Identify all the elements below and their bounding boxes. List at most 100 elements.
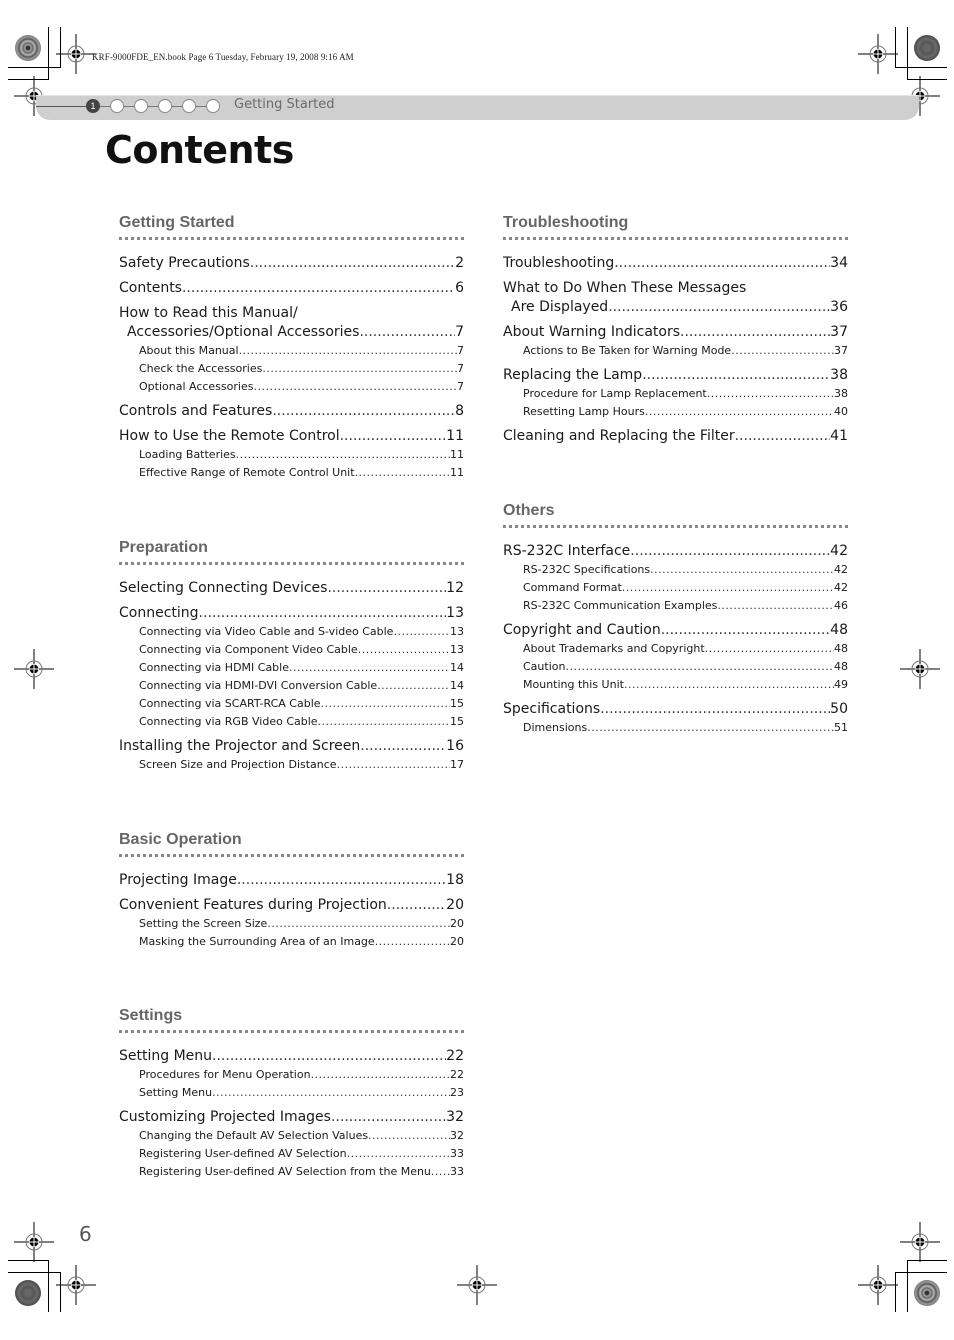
entry-page-number: 23 [450,1086,464,1099]
crop-mark [48,27,49,79]
registration-mark-icon [900,649,940,689]
entry-title: Cleaning and Replacing the Filter [503,428,735,444]
toc-subentry[interactable]: Connecting via HDMI Cable 14 [119,659,464,677]
toc-list: Safety Precautions 2 Contents 6 How to Read … [119,254,464,482]
dotted-divider [119,854,464,857]
toc-subentry[interactable]: Connecting via Video Cable and S-video C… [119,623,464,641]
toc-subentry[interactable]: Resetting Lamp Hours 40 [503,403,848,421]
toc-subentry[interactable]: Screen Size and Projection Distance 17 [119,756,464,774]
dot-leader [340,427,447,446]
toc-subentry[interactable]: Registering User-defined AV Selection 33 [119,1145,464,1163]
toc-subentry[interactable]: Caution 48 [503,658,848,676]
entry-title: Loading Batteries [139,448,236,461]
toc-subentry[interactable]: Command Format 42 [503,579,848,597]
toc-subentry[interactable]: Mounting this Unit 49 [503,676,848,694]
entry-page-number: 14 [450,679,464,692]
toc-subentry[interactable]: Masking the Surrounding Area of an Image… [119,933,464,951]
toc-subentry[interactable]: About Trademarks and Copyright 48 [503,640,848,658]
registration-mark-icon [14,649,54,689]
toc-subentry[interactable]: Registering User-defined AV Selection fr… [119,1163,464,1181]
toc-subentry[interactable]: Connecting via SCART-RCA Cable 15 [119,695,464,713]
toc-subentry[interactable]: Connecting via HDMI-DVI Conversion Cable… [119,677,464,695]
toc-subentry[interactable]: Procedure for Lamp Replacement 38 [503,385,848,403]
dot-leader [645,403,834,421]
toc-section-preparation: Preparation Selecting Connecting Devices 1… [119,538,464,774]
step-connector [124,105,134,107]
dot-leader [347,1145,450,1163]
toc-entry[interactable]: How to Use the Remote Control 11 [119,427,464,446]
toc-entry[interactable]: Projecting Image 18 [119,871,464,890]
toc-entry[interactable]: Accessories/Optional Accessories 7 [119,323,464,342]
toc-subentry[interactable]: Connecting via Component Video Cable 13 [119,641,464,659]
toc-entry[interactable]: Connecting 13 [119,604,464,623]
entry-title: Convenient Features during Projection [119,897,387,913]
dot-leader [289,659,450,677]
entry-title: Projecting Image [119,872,237,888]
entry-page-number: 32 [450,1129,464,1142]
entry-page-number: 49 [834,678,848,691]
entry-title: RS-232C Specifications [523,563,651,576]
entry-page-number: 42 [834,581,848,594]
entry-title: Are Displayed [511,299,609,315]
toc-subentry[interactable]: RS-232C Specifications 42 [503,561,848,579]
toc-entry[interactable]: RS-232C Interface 42 [503,542,848,561]
entry-page-number: 38 [830,367,848,383]
toc-entry[interactable]: Specifications 50 [503,700,848,719]
toc-entry[interactable]: Selecting Connecting Devices 12 [119,579,464,598]
registration-mark-icon [858,34,898,74]
toc-subentry[interactable]: Connecting via RGB Video Cable 15 [119,713,464,731]
toc-entry[interactable]: Convenient Features during Projection 20 [119,896,464,915]
toc-entry-first-line[interactable]: How to Read this Manual/ [119,304,464,323]
entry-page-number: 7 [455,324,464,340]
toc-subentry[interactable]: Optional Accessories 7 [119,378,464,396]
toc-entry[interactable]: Setting Menu 22 [119,1047,464,1066]
entry-title: Contents [119,280,182,296]
toc-entry[interactable]: Cleaning and Replacing the Filter 41 [503,427,848,446]
toc-entry[interactable]: Copyright and Caution 48 [503,621,848,640]
registration-mark-icon [56,1265,96,1305]
toc-entry[interactable]: Installing the Projector and Screen 16 [119,737,464,756]
toc-entry[interactable]: Contents 6 [119,279,464,298]
dot-leader [250,254,455,273]
entry-page-number: 36 [830,299,848,315]
toc-subentry[interactable]: Dimensions 51 [503,719,848,737]
toc-subentry[interactable]: RS-232C Communication Examples 46 [503,597,848,615]
toc-subentry[interactable]: Setting the Screen Size 20 [119,915,464,933]
toc-subentry[interactable]: About this Manual 7 [119,342,464,360]
toc-subentry[interactable]: Effective Range of Remote Control Unit 11 [119,464,464,482]
toc-subentry[interactable]: Check the Accessories 7 [119,360,464,378]
entry-title: Safety Precautions [119,255,250,271]
toc-entry[interactable]: Are Displayed 36 [503,298,848,317]
toc-entry[interactable]: Controls and Features 8 [119,402,464,421]
entry-title: Resetting Lamp Hours [523,405,645,418]
toc-subentry[interactable]: Procedures for Menu Operation 22 [119,1066,464,1084]
section-heading: Others [503,502,555,519]
entry-title: About Trademarks and Copyright [523,642,705,655]
entry-title: Connecting via Component Video Cable [139,643,358,656]
entry-title: Registering User-defined AV Selection fr… [139,1165,431,1178]
entry-title: About Warning Indicators [503,324,681,340]
color-bar-disc-icon [15,1280,41,1306]
toc-entry-first-line[interactable]: What to Do When These Messages [503,279,848,298]
toc-subentry[interactable]: Loading Batteries 11 [119,446,464,464]
dot-leader [622,579,834,597]
chapter-step-active: 1 [86,99,100,113]
toc-entry[interactable]: Customizing Projected Images 32 [119,1108,464,1127]
registration-mark-icon [56,34,96,74]
entry-title: RS-232C Communication Examples [523,599,718,612]
toc-subentry[interactable]: Changing the Default AV Selection Values… [119,1127,464,1145]
entry-title: Effective Range of Remote Control Unit [139,466,355,479]
entry-page-number: 33 [450,1147,464,1160]
toc-entry[interactable]: Troubleshooting 34 [503,254,848,273]
dot-leader [368,1127,450,1145]
toc-subentry[interactable]: Actions to Be Taken for Warning Mode 37 [503,342,848,360]
toc-section-settings: SettingsSetting Menu 22Procedures for Me… [119,1006,464,1181]
toc-entry[interactable]: Replacing the Lamp 38 [503,366,848,385]
dot-leader [267,915,450,933]
toc-entry[interactable]: Safety Precautions 2 [119,254,464,273]
header-rule [36,106,86,107]
entry-page-number: 2 [455,255,464,271]
toc-entry[interactable]: About Warning Indicators 37 [503,323,848,342]
toc-list: Setting Menu 22Procedures for Menu Opera… [119,1047,464,1181]
toc-subentry[interactable]: Setting Menu 23 [119,1084,464,1102]
